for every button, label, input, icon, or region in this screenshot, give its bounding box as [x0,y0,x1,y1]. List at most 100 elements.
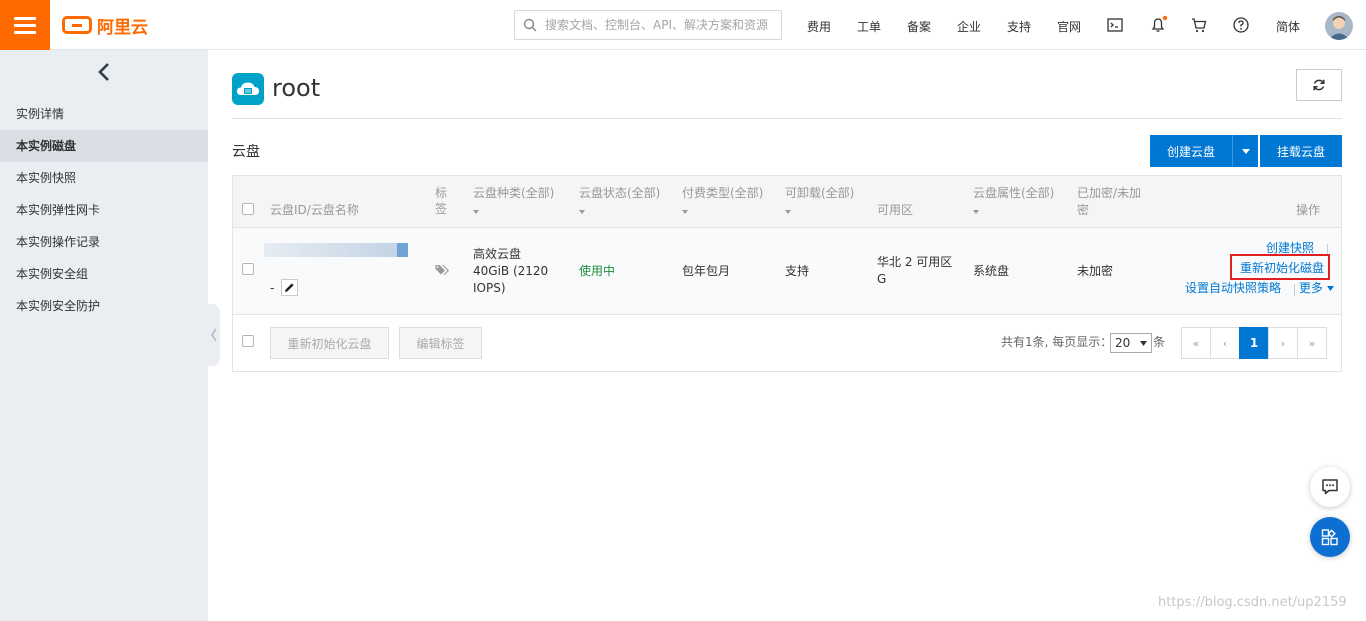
page-title: root [272,74,321,102]
sidebar-item-eni[interactable]: 本实例弹性网卡 [0,194,208,226]
col-zone: 可用区 [877,203,914,217]
sidebar: 实例详情 本实例磁盘 本实例快照 本实例弹性网卡 本实例操作记录 本实例安全组 … [0,50,208,621]
batch-edit-tags-button[interactable]: 编辑标签 [399,327,482,359]
topnav-item-enterprise[interactable]: 企业 [957,18,981,35]
bell-icon[interactable] [1149,15,1169,35]
caret-down-icon [1140,341,1147,346]
sidebar-item-operation-logs[interactable]: 本实例操作记录 [0,226,208,258]
refresh-button[interactable] [1296,69,1342,101]
attach-disk-button[interactable]: 挂载云盘 [1260,135,1342,167]
create-disk-dropdown-toggle[interactable] [1232,135,1258,167]
col-id-name: 云盘ID/云盘名称 [270,203,359,217]
disk-size: 40GiB (2120 [473,264,549,278]
pencil-icon [285,283,294,292]
watermark: https://blog.csdn.net/up2159 [1158,595,1347,610]
topnav-item-support[interactable]: 支持 [1007,18,1031,35]
batch-reinit-button[interactable]: 重新初始化云盘 [270,327,389,359]
pagination: « ‹ 1 › » [1181,327,1327,359]
caret-down-icon [1241,148,1250,154]
caret-down-icon [473,210,479,214]
sidebar-item-instance-details[interactable]: 实例详情 [0,98,208,130]
col-type-filter[interactable]: 云盘种类(全部) [473,185,554,219]
terminal-icon[interactable] [1107,17,1123,33]
page-size-select[interactable]: 20 [1110,333,1152,353]
table-row: - 高效云盘 40GiB (2120 IOPS) 使用中 包年包月 支持 华北 … [233,228,1341,315]
last-page-button[interactable]: » [1297,327,1327,359]
caret-down-icon [682,210,688,214]
title-divider [232,118,1342,119]
col-detachable: 可卸载(全部) [785,186,855,200]
select-all-checkbox[interactable] [242,203,254,215]
cart-icon[interactable] [1191,17,1207,33]
detachable-value: 支持 [785,264,810,278]
col-detachable-filter[interactable]: 可卸载(全部) [785,185,854,219]
chat-icon [1322,479,1338,495]
pagination-summary: 共有1条, 每页显示： [1001,335,1113,349]
chevron-left-icon [98,63,109,81]
topnav-item-icp[interactable]: 备案 [907,18,931,35]
top-bar: 阿里云 费用 工单 备案 企业 支持 官网 简体 [0,0,1366,50]
disk-type-name: 高效云盘 [473,247,522,261]
disk-table: 云盘ID/云盘名称 标签 云盘种类(全部) 云盘状态(全部) 付费类型(全部) … [232,175,1342,372]
sidebar-item-security-protection[interactable]: 本实例安全防护 [0,290,208,322]
sidebar-item-snapshots[interactable]: 本实例快照 [0,162,208,194]
topnav-item-tickets[interactable]: 工单 [857,18,881,35]
disk-iops: IOPS) [473,281,506,295]
col-type: 云盘种类(全部) [473,186,555,200]
disk-id-redacted [264,243,408,257]
caret-down-icon [579,210,585,214]
sidebar-item-security-group[interactable]: 本实例安全组 [0,258,208,290]
col-attribute: 云盘属性(全部) [973,186,1055,200]
search-icon [523,18,537,32]
zone-line-2: G [877,272,887,286]
menu-icon[interactable] [0,0,50,50]
caret-down-icon [785,210,791,214]
reinit-disk-link[interactable]: 重新初始化磁盘 [1240,260,1324,277]
help-icon[interactable] [1233,17,1249,33]
disk-id-redacted-end [397,243,408,257]
row-checkbox[interactable] [242,263,254,275]
disk-attribute: 系统盘 [973,264,1010,278]
zone-line-1: 华北 2 可用区 [877,255,953,269]
language-switch[interactable]: 简体 [1276,18,1300,35]
sidebar-collapse-handle[interactable] [208,304,220,366]
next-page-button[interactable]: › [1268,327,1298,359]
encrypted-value: 未加密 [1077,264,1114,278]
avatar[interactable] [1325,12,1353,40]
page-button-current[interactable]: 1 [1239,327,1269,359]
col-billing: 付费类型(全部) [682,186,764,200]
back-button[interactable] [0,50,208,94]
create-disk-button[interactable]: 创建云盘 [1150,135,1232,167]
disk-type: 高效云盘 40GiB (2120 IOPS) [473,246,548,297]
prev-page-button[interactable]: ‹ [1210,327,1240,359]
topnav-item-billing[interactable]: 费用 [807,18,831,35]
search-input[interactable] [543,17,777,33]
refresh-icon [1313,79,1325,91]
first-page-button[interactable]: « [1181,327,1211,359]
more-actions-dropdown[interactable]: 更多 [1299,280,1334,297]
col-attribute-filter[interactable]: 云盘属性(全部) [973,185,1054,219]
logo-text: 阿里云 [97,17,148,38]
section-title: 云盘 [232,144,260,160]
caret-down-icon [1326,286,1334,291]
aliyun-logo-icon [62,16,92,34]
search-box[interactable] [514,10,782,40]
col-billing-filter[interactable]: 付费类型(全部) [682,185,763,219]
op-divider [1294,284,1295,296]
auto-snapshot-policy-link[interactable]: 设置自动快照策略 [1185,280,1281,297]
apps-button[interactable] [1310,517,1350,557]
table-footer: 重新初始化云盘 编辑标签 共有1条, 每页显示： 20 条 « ‹ 1 › » [233,315,1341,371]
cloud-server-icon [232,73,264,105]
col-status: 云盘状态(全部) [579,186,661,200]
sidebar-item-disks[interactable]: 本实例磁盘 [0,130,208,162]
tag-icon[interactable] [435,264,451,276]
logo[interactable]: 阿里云 [62,12,148,38]
topnav-item-website[interactable]: 官网 [1057,18,1081,35]
col-status-filter[interactable]: 云盘状态(全部) [579,185,660,219]
edit-name-button[interactable] [281,279,298,296]
footer-select-all-checkbox[interactable] [242,335,254,347]
billing-type: 包年包月 [682,264,731,278]
chat-button[interactable] [1310,467,1350,507]
page-size-unit: 条 [1153,335,1166,349]
chevron-left-icon [211,328,217,342]
